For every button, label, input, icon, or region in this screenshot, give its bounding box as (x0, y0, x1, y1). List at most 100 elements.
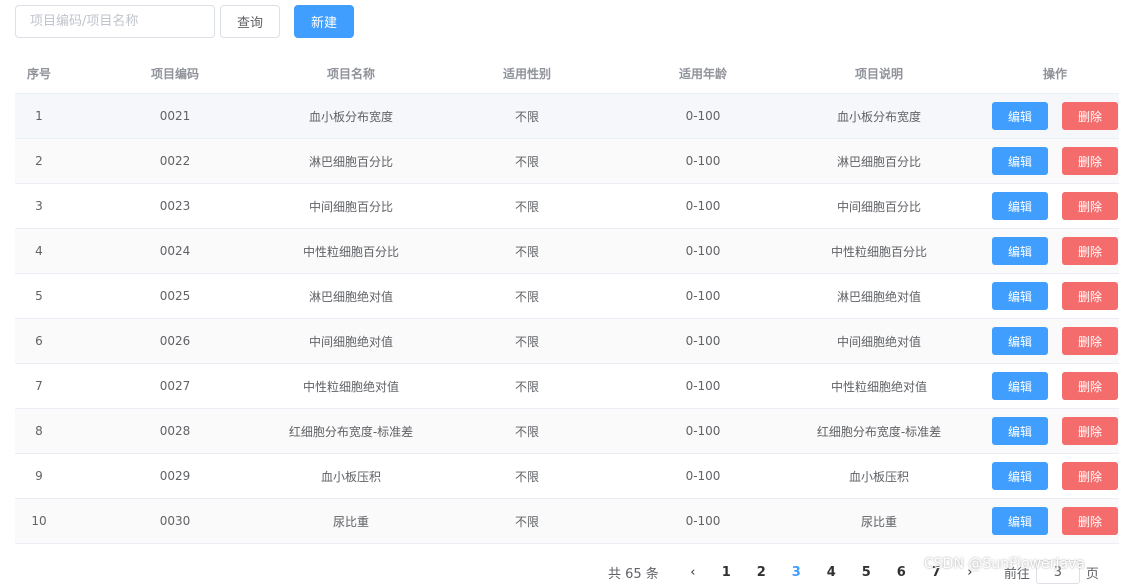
edit-button[interactable]: 编辑 (992, 102, 1048, 130)
cell-code: 0028 (159, 424, 191, 438)
cell-name: 红细胞分布宽度-标准差 (288, 424, 414, 439)
edit-button[interactable]: 编辑 (992, 282, 1048, 310)
cell-description: 血小板压积 (848, 469, 909, 484)
page-number[interactable]: 1 (709, 565, 744, 580)
header-gender: 适用性别 (502, 67, 551, 81)
chevron-left-icon[interactable]: ‹ (685, 565, 701, 580)
cell-index: 2 (35, 154, 43, 168)
cell-code: 0029 (159, 469, 191, 483)
cell-description: 中性粒细胞百分比 (830, 244, 927, 259)
cell-name: 淋巴细胞绝对值 (308, 289, 393, 304)
table-row: 10 0030 尿比重 不限 0-100 尿比重 编辑 删除 (15, 499, 1119, 544)
table-row: 7 0027 中性粒细胞绝对值 不限 0-100 中性粒细胞绝对值 编辑 删除 (15, 364, 1119, 409)
cell-actions: 编辑 删除 (991, 409, 1119, 453)
cell-code: 0022 (159, 154, 191, 168)
cell-age: 0-100 (685, 289, 721, 303)
cell-actions: 编辑 删除 (991, 454, 1119, 498)
page-number[interactable]: 2 (744, 565, 779, 580)
header-index: 序号 (26, 67, 51, 81)
table-row: 6 0026 中间细胞绝对值 不限 0-100 中间细胞绝对值 编辑 删除 (15, 319, 1119, 364)
edit-button[interactable]: 编辑 (992, 237, 1048, 265)
cell-description: 中性粒细胞绝对值 (830, 379, 927, 394)
cell-gender: 不限 (514, 469, 539, 484)
cell-age: 0-100 (685, 244, 721, 258)
delete-button[interactable]: 删除 (1062, 507, 1118, 535)
cell-index: 5 (35, 289, 43, 303)
page-number[interactable]: 5 (849, 565, 884, 580)
cell-index: 6 (35, 334, 43, 348)
page-number[interactable]: 6 (884, 565, 919, 580)
cell-actions: 编辑 删除 (991, 364, 1119, 408)
page-number[interactable]: 3 (779, 565, 814, 580)
cell-age: 0-100 (685, 154, 721, 168)
header-name: 项目名称 (326, 67, 375, 81)
search-input[interactable] (15, 5, 215, 38)
cell-index: 4 (35, 244, 43, 258)
cell-actions: 编辑 删除 (991, 139, 1119, 183)
edit-button[interactable]: 编辑 (992, 192, 1048, 220)
cell-gender: 不限 (514, 424, 539, 439)
delete-button[interactable]: 删除 (1062, 327, 1118, 355)
header-actions: 操作 (1042, 67, 1067, 81)
cell-age: 0-100 (685, 334, 721, 348)
cell-name: 淋巴细胞百分比 (308, 154, 393, 169)
cell-description: 中间细胞绝对值 (836, 334, 921, 349)
table-row: 8 0028 红细胞分布宽度-标准差 不限 0-100 红细胞分布宽度-标准差 编辑 删除 (15, 409, 1119, 454)
table-row: 2 0022 淋巴细胞百分比 不限 0-100 淋巴细胞百分比 编辑 删除 (15, 139, 1119, 184)
cell-index: 9 (35, 469, 43, 483)
delete-button[interactable]: 删除 (1062, 282, 1118, 310)
cell-gender: 不限 (514, 379, 539, 394)
table-header: 序号 项目编码 项目名称 适用性别 适用年龄 项目说明 操作 (15, 54, 1119, 94)
cell-name: 中性粒细胞绝对值 (302, 379, 399, 394)
cell-code: 0023 (159, 199, 191, 213)
edit-button[interactable]: 编辑 (992, 147, 1048, 175)
table-row: 5 0025 淋巴细胞绝对值 不限 0-100 淋巴细胞绝对值 编辑 删除 (15, 274, 1119, 319)
cell-code: 0024 (159, 244, 191, 258)
query-button[interactable]: 查询 (220, 5, 280, 38)
delete-button[interactable]: 删除 (1062, 192, 1118, 220)
header-description: 项目说明 (854, 67, 903, 81)
cell-code: 0021 (159, 109, 191, 123)
cell-age: 0-100 (685, 199, 721, 213)
table-row: 1 0021 血小板分布宽度 不限 0-100 血小板分布宽度 编辑 删除 (15, 94, 1119, 139)
delete-button[interactable]: 删除 (1062, 372, 1118, 400)
header-age: 适用年龄 (678, 67, 727, 81)
table-body: 1 0021 血小板分布宽度 不限 0-100 血小板分布宽度 编辑 删除 2 0022 淋巴细胞百… (15, 94, 1119, 544)
page-number[interactable]: 4 (814, 565, 849, 580)
cell-name: 中性粒细胞百分比 (302, 244, 399, 259)
cell-actions: 编辑 删除 (991, 319, 1119, 363)
cell-index: 8 (35, 424, 43, 438)
cell-name: 中间细胞百分比 (308, 199, 393, 214)
delete-button[interactable]: 删除 (1062, 462, 1118, 490)
cell-description: 淋巴细胞绝对值 (836, 289, 921, 304)
cell-description: 尿比重 (860, 514, 897, 529)
edit-button[interactable]: 编辑 (992, 417, 1048, 445)
cell-code: 0030 (159, 514, 191, 528)
new-button[interactable]: 新建 (294, 5, 354, 38)
edit-button[interactable]: 编辑 (992, 462, 1048, 490)
cell-index: 7 (35, 379, 43, 393)
edit-button[interactable]: 编辑 (992, 372, 1048, 400)
cell-age: 0-100 (685, 469, 721, 483)
edit-button[interactable]: 编辑 (992, 327, 1048, 355)
delete-button[interactable]: 删除 (1062, 237, 1118, 265)
cell-actions: 编辑 删除 (991, 499, 1119, 543)
cell-name: 血小板分布宽度 (308, 109, 393, 124)
cell-code: 0026 (159, 334, 191, 348)
delete-button[interactable]: 删除 (1062, 147, 1118, 175)
cell-index: 10 (31, 514, 47, 528)
cell-age: 0-100 (685, 514, 721, 528)
cell-code: 0025 (159, 289, 191, 303)
cell-actions: 编辑 删除 (991, 94, 1119, 138)
delete-button[interactable]: 删除 (1062, 102, 1118, 130)
cell-gender: 不限 (514, 289, 539, 304)
watermark: CSDN @SunFlowerJava (924, 556, 1085, 572)
cell-actions: 编辑 删除 (991, 274, 1119, 318)
edit-button[interactable]: 编辑 (992, 507, 1048, 535)
cell-gender: 不限 (514, 244, 539, 259)
delete-button[interactable]: 删除 (1062, 417, 1118, 445)
cell-age: 0-100 (685, 379, 721, 393)
cell-name: 中间细胞绝对值 (308, 334, 393, 349)
cell-gender: 不限 (514, 514, 539, 529)
cell-description: 中间细胞百分比 (836, 199, 921, 214)
